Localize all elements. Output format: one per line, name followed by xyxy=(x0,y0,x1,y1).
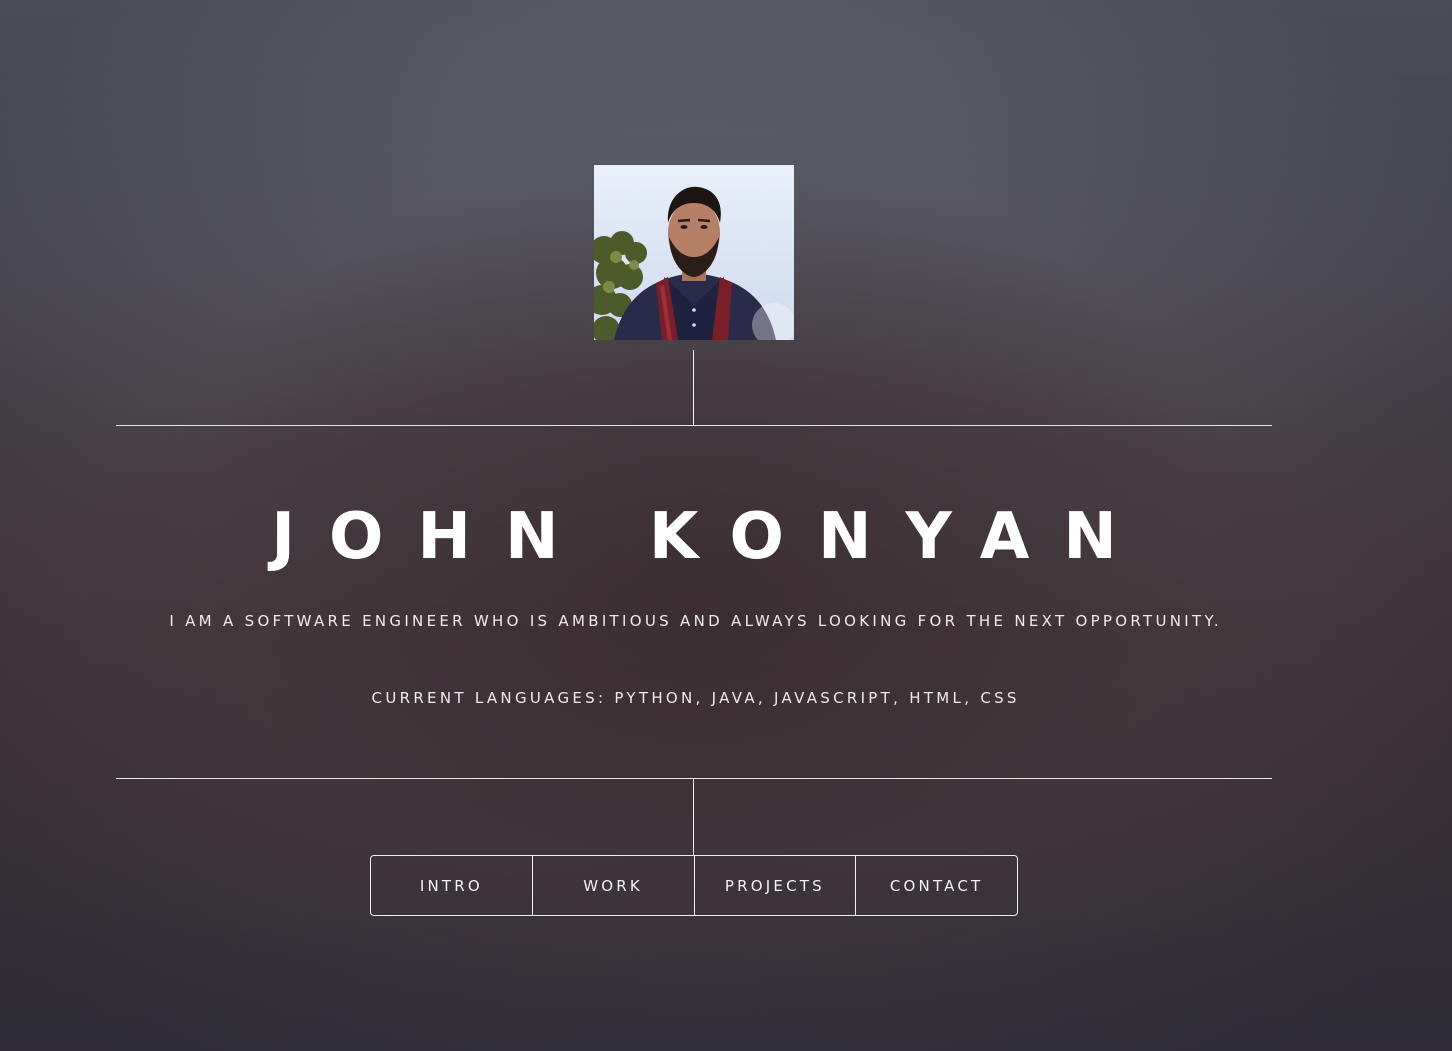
nav-work-button[interactable]: WORK xyxy=(531,856,694,915)
nav-contact-button[interactable]: CONTACT xyxy=(855,856,1017,915)
main-nav: INTRO WORK PROJECTS CONTACT xyxy=(370,855,1018,916)
nav-projects-button[interactable]: PROJECTS xyxy=(693,856,856,915)
page-title: JOHN KONYAN xyxy=(271,500,1151,574)
languages-text: CURRENT LANGUAGES: PYTHON, JAVA, JAVASCR… xyxy=(371,689,1020,707)
connector-line-bottom xyxy=(693,779,694,855)
divider-top xyxy=(116,425,1272,426)
avatar xyxy=(594,165,794,340)
nav-intro-button[interactable]: INTRO xyxy=(371,856,532,915)
connector-line-top xyxy=(693,350,694,425)
tagline: I AM A SOFTWARE ENGINEER WHO IS AMBITIOU… xyxy=(169,612,1222,630)
divider-bottom xyxy=(116,778,1272,779)
